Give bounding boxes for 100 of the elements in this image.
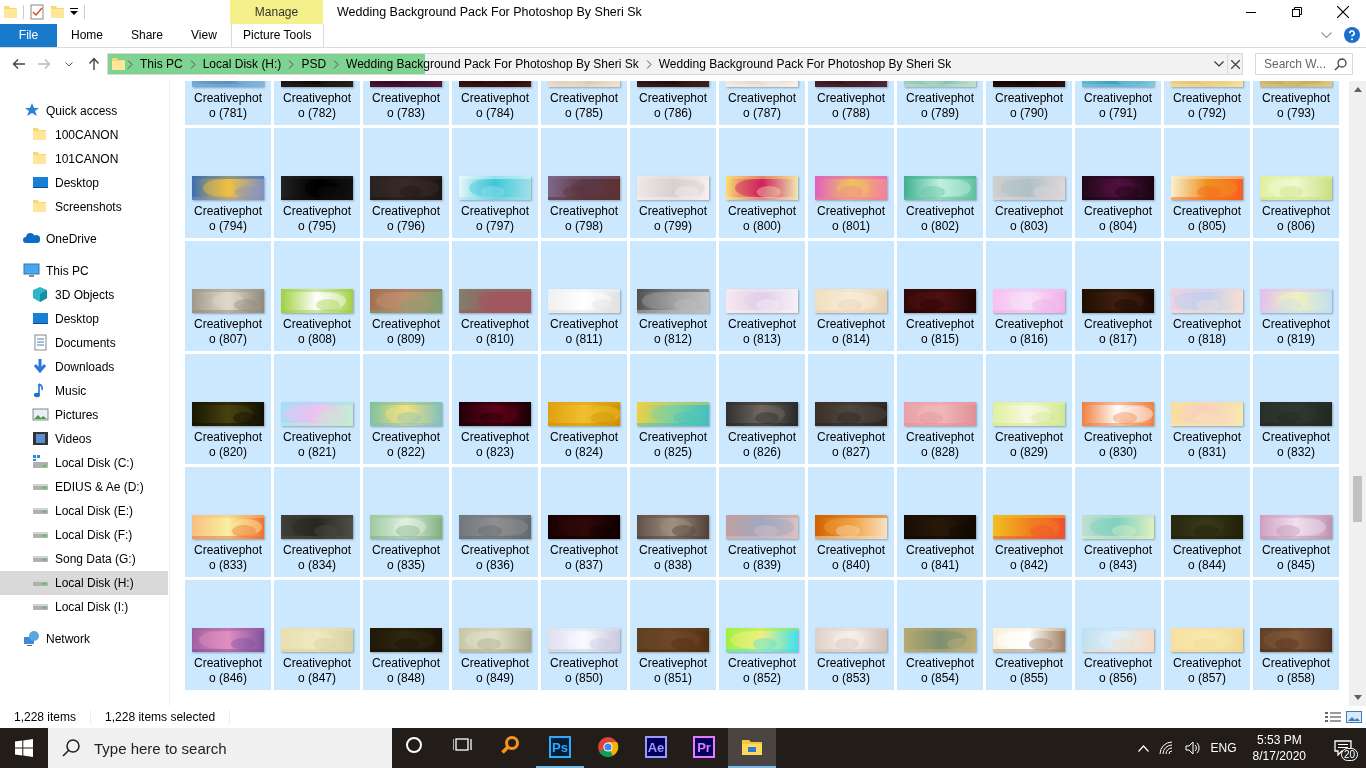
- file-item[interactable]: Creativephoto (806): [1253, 127, 1339, 238]
- ribbon-tab[interactable]: Share: [117, 23, 178, 47]
- file-item[interactable]: Creativephoto (831): [1164, 353, 1250, 464]
- scroll-down-icon[interactable]: [1353, 695, 1362, 701]
- navigation-item[interactable]: Desktop: [0, 170, 168, 195]
- navigation-item[interactable]: Pictures: [0, 402, 168, 427]
- file-item[interactable]: Creativephoto (834): [274, 466, 360, 577]
- breadcrumb[interactable]: Local Disk (H:): [197, 57, 287, 72]
- file-item[interactable]: Creativephoto (793): [1253, 80, 1339, 125]
- file-item[interactable]: Creativephoto (833): [185, 466, 271, 577]
- navigation-item[interactable]: Screenshots: [0, 194, 168, 219]
- navigation-item[interactable]: EDIUS & Ae (D:): [0, 474, 168, 499]
- navigation-item[interactable]: Local Disk (C:): [0, 450, 168, 475]
- file-item[interactable]: Creativephoto (852): [719, 579, 805, 690]
- file-item[interactable]: Creativephoto (854): [897, 579, 983, 690]
- file-item[interactable]: Creativephoto (798): [541, 127, 627, 238]
- file-item[interactable]: Creativephoto (782): [274, 80, 360, 125]
- file-item[interactable]: Creativephoto (808): [274, 240, 360, 351]
- file-item[interactable]: Creativephoto (786): [630, 80, 716, 125]
- file-item[interactable]: Creativephoto (799): [630, 127, 716, 238]
- navigation-item[interactable]: OneDrive: [0, 226, 168, 251]
- file-item[interactable]: Creativephoto (795): [274, 127, 360, 238]
- search-field[interactable]: Search W...: [1264, 55, 1334, 74]
- file-item[interactable]: Creativephoto (787): [719, 80, 805, 125]
- file-item[interactable]: Creativephoto (836): [452, 466, 538, 577]
- file-item[interactable]: Creativephoto (789): [897, 80, 983, 125]
- file-item[interactable]: Creativephoto (785): [541, 80, 627, 125]
- breadcrumb[interactable]: Wedding Background Pack For Photoshop By Sheri Sk: [341, 57, 644, 72]
- expand-ribbon-icon[interactable]: [1321, 31, 1332, 39]
- file-item[interactable]: Creativephoto (850): [541, 579, 627, 690]
- file-item[interactable]: Creativephoto (803): [986, 127, 1072, 238]
- file-item[interactable]: Creativephoto (840): [808, 466, 894, 577]
- ribbon-tab[interactable]: View: [177, 23, 231, 47]
- file-item[interactable]: Creativephoto (821): [274, 353, 360, 464]
- network-signal-icon[interactable]: [1158, 741, 1175, 755]
- file-item[interactable]: Creativephoto (847): [274, 579, 360, 690]
- navigation-item[interactable]: Quick access: [0, 98, 168, 123]
- file-item[interactable]: Creativephoto (856): [1075, 579, 1161, 690]
- file-item[interactable]: Creativephoto (792): [1164, 80, 1250, 125]
- file-item[interactable]: Creativephoto (783): [363, 80, 449, 125]
- navigation-item[interactable]: Downloads: [0, 354, 168, 379]
- file-item[interactable]: Creativephoto (823): [452, 353, 538, 464]
- taskbar-search-box[interactable]: Type here to search: [48, 728, 392, 768]
- file-item[interactable]: Creativephoto (858): [1253, 579, 1339, 690]
- input-language[interactable]: ENG: [1210, 741, 1237, 755]
- navigation-item[interactable]: Song Data (G:): [0, 546, 168, 571]
- file-item[interactable]: Creativephoto (819): [1253, 240, 1339, 351]
- navigation-item[interactable]: Local Disk (F:): [0, 522, 168, 547]
- stop-loading-button[interactable]: [1228, 53, 1243, 76]
- file-item[interactable]: Creativephoto (855): [986, 579, 1072, 690]
- speaker-icon[interactable]: [1184, 741, 1201, 755]
- navigation-item[interactable]: Local Disk (H:): [0, 570, 168, 595]
- file-item[interactable]: Creativephoto (824): [541, 353, 627, 464]
- scrollbar-thumb[interactable]: [1353, 475, 1362, 522]
- breadcrumb[interactable]: This PC: [135, 57, 188, 72]
- file-item[interactable]: Creativephoto (839): [719, 466, 805, 577]
- scrollbar[interactable]: [1349, 80, 1366, 707]
- file-item[interactable]: Creativephoto (818): [1164, 240, 1250, 351]
- file-item[interactable]: Creativephoto (830): [1075, 353, 1161, 464]
- navigation-item[interactable]: Music: [0, 378, 168, 403]
- navigation-item[interactable]: Videos: [0, 426, 168, 451]
- file-item[interactable]: Creativephoto (812): [630, 240, 716, 351]
- taskbar-app[interactable]: Ae: [632, 728, 680, 768]
- file-item[interactable]: Creativephoto (811): [541, 240, 627, 351]
- file-item[interactable]: Creativephoto (837): [541, 466, 627, 577]
- navigation-item[interactable]: Local Disk (I:): [0, 594, 168, 619]
- ribbon-tab[interactable]: File: [0, 23, 57, 47]
- file-item[interactable]: Creativephoto (784): [452, 80, 538, 125]
- breadcrumb[interactable]: Wedding Background Pack For Photoshop By Sheri Sk: [653, 57, 957, 72]
- file-item[interactable]: Creativephoto (827): [808, 353, 894, 464]
- file-item[interactable]: Creativephoto (809): [363, 240, 449, 351]
- navigation-item[interactable]: 101CANON: [0, 146, 168, 171]
- file-item[interactable]: Creativephoto (802): [897, 127, 983, 238]
- file-item[interactable]: Creativephoto (853): [808, 579, 894, 690]
- file-item[interactable]: Creativephoto (857): [1164, 579, 1250, 690]
- file-item[interactable]: Creativephoto (794): [185, 127, 271, 238]
- file-item[interactable]: Creativephoto (843): [1075, 466, 1161, 577]
- clock-time[interactable]: 5:53 PM: [1256, 732, 1302, 748]
- large-icons-view-icon[interactable]: [1346, 711, 1362, 724]
- file-item[interactable]: Creativephoto (849): [452, 579, 538, 690]
- file-item[interactable]: Creativephoto (832): [1253, 353, 1339, 464]
- file-item[interactable]: Creativephoto (804): [1075, 127, 1161, 238]
- navigation-item[interactable]: Network: [0, 626, 168, 651]
- file-item[interactable]: Creativephoto (797): [452, 127, 538, 238]
- file-item[interactable]: Creativephoto (820): [185, 353, 271, 464]
- file-item[interactable]: Creativephoto (846): [185, 579, 271, 690]
- file-item[interactable]: Creativephoto (796): [363, 127, 449, 238]
- address-bar[interactable]: This PC Local Disk (H:) PSD Wedding Background Pack For Photoshop By Sheri Sk Wedding Background Pack For Photoshop By Sheri Sk: [107, 53, 1228, 76]
- file-item[interactable]: Creativephoto (851): [630, 579, 716, 690]
- file-item[interactable]: Creativephoto (788): [808, 80, 894, 125]
- file-item[interactable]: Creativephoto (814): [808, 240, 894, 351]
- file-item[interactable]: Creativephoto (815): [897, 240, 983, 351]
- ribbon-tab[interactable]: Picture Tools: [230, 23, 324, 47]
- clock-date[interactable]: 8/17/2020: [1252, 748, 1306, 764]
- file-item[interactable]: Creativephoto (813): [719, 240, 805, 351]
- file-item[interactable]: Creativephoto (841): [897, 466, 983, 577]
- navigation-item[interactable]: This PC: [0, 258, 168, 283]
- file-item[interactable]: Creativephoto (822): [363, 353, 449, 464]
- file-item[interactable]: Creativephoto (781): [185, 80, 271, 125]
- details-view-icon[interactable]: [1325, 711, 1341, 724]
